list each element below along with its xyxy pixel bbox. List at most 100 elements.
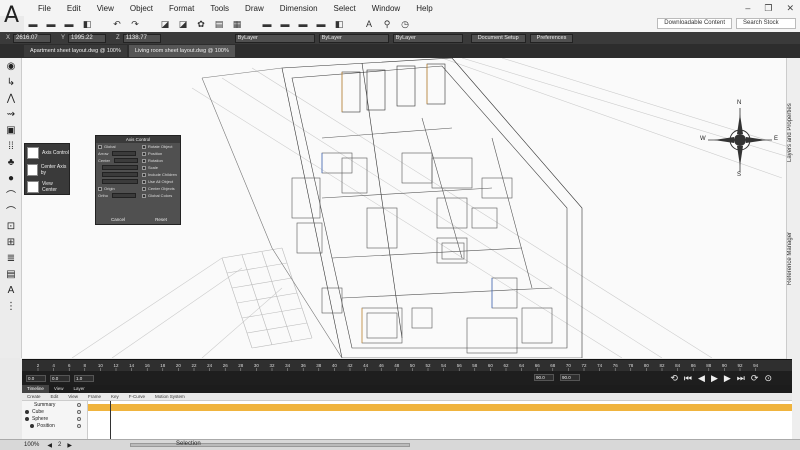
fps-field-2[interactable]: 90.0 (560, 374, 580, 381)
first-frame-icon[interactable]: ⏮ (684, 373, 692, 383)
track-sphere[interactable]: Sphere (22, 415, 87, 422)
checkbox[interactable] (142, 151, 146, 156)
timeline-menu-motion[interactable]: Motion System (150, 393, 190, 400)
grid-tool-icon[interactable]: ⁞⁞ (0, 138, 22, 154)
checkbox[interactable] (142, 172, 146, 177)
timeline-menu-fcurve[interactable]: F-Curve (124, 393, 150, 400)
menu-window[interactable]: Window (364, 4, 408, 13)
speed-field[interactable]: 1.0 (74, 374, 94, 382)
cancel-button[interactable]: Cancel (111, 217, 125, 222)
prev-page-icon[interactable]: ◀ (47, 442, 52, 449)
playhead[interactable] (110, 401, 111, 439)
layer-dropdown-3[interactable]: ByLayer (392, 33, 463, 43)
print-icon[interactable]: ▬ (296, 18, 310, 30)
timeline-tracks[interactable]: Summary Cube Sphere Position (22, 401, 792, 439)
track-toggle-icon[interactable] (77, 423, 81, 428)
keyframe-icon[interactable]: ⊙ (764, 373, 772, 383)
layers-properties-panel[interactable]: Layers and Properties (787, 88, 800, 178)
grid-icon[interactable]: ▦ (230, 18, 244, 30)
timeline-menu-create[interactable]: Create (22, 393, 46, 400)
sphere-icon[interactable]: ● (0, 170, 22, 186)
menu-select[interactable]: Select (326, 4, 364, 13)
downloadable-content-button[interactable]: Downloadable Content (657, 18, 732, 29)
layers-icon[interactable]: ▤ (212, 18, 226, 30)
checkbox[interactable] (98, 144, 102, 149)
menu-help[interactable]: Help (408, 4, 440, 13)
prev-frame-icon[interactable]: ◀ (698, 373, 705, 383)
z-field[interactable]: 1138.77 (122, 33, 161, 43)
open-file-icon[interactable]: ▬ (44, 18, 58, 30)
tab-layer[interactable]: Layer (69, 385, 90, 393)
tab-apartment[interactable]: Apartment sheet layout.dwg @ 100% (24, 45, 127, 57)
list-icon[interactable]: ▤ (0, 266, 22, 282)
next-page-icon[interactable]: ▶ (67, 442, 72, 449)
select-icon[interactable]: ◉ (0, 58, 22, 74)
share-icon[interactable]: ▬ (314, 18, 328, 30)
track-summary[interactable]: Summary (22, 401, 87, 408)
y-field[interactable]: 1995.22 (68, 33, 107, 43)
loop-icon[interactable]: ⟲ (670, 373, 678, 383)
node-icon[interactable]: ↳ (0, 74, 22, 90)
frame-icon[interactable]: ⊡ (0, 218, 22, 234)
stack-icon[interactable]: ≣ (0, 250, 22, 266)
fps-field-1[interactable]: 90.0 (534, 374, 554, 381)
export-icon[interactable]: ◧ (332, 18, 346, 30)
document-setup-button[interactable]: Document Setup (470, 33, 526, 43)
center-field[interactable] (114, 158, 138, 163)
checkbox[interactable] (142, 165, 146, 170)
pen-icon[interactable]: ⋀ (0, 90, 22, 106)
timeline-ruler[interactable]: 2 4 6 8 10 12 14 16 18 20 22 24 26 28 30 32 34 36 38 40 42 44… (22, 359, 792, 372)
timeline-menu-view[interactable]: View (63, 393, 83, 400)
x-field[interactable]: 2616.07 (13, 33, 52, 43)
tab-view[interactable]: View (49, 385, 69, 393)
reference-manager-panel[interactable]: Reference Manager (787, 218, 800, 298)
text-icon[interactable]: A (0, 282, 22, 298)
menu-view[interactable]: View (89, 4, 122, 13)
folder-icon[interactable]: ▬ (260, 18, 274, 30)
stamp-icon[interactable]: ♣ (0, 154, 22, 170)
next-frame-icon[interactable]: ▶ (724, 373, 731, 383)
layer-dropdown-2[interactable]: ByLayer (318, 33, 389, 43)
new-file-icon[interactable]: ▬ (26, 18, 40, 30)
track-toggle-icon[interactable] (77, 402, 81, 407)
shape-icon[interactable]: ▣ (0, 122, 22, 138)
minimize-button[interactable]: – (745, 3, 750, 13)
link-icon[interactable]: ⚲ (380, 18, 394, 30)
layer-dropdown-1[interactable]: ByLayer (234, 33, 315, 43)
menu-file[interactable]: File (30, 4, 59, 13)
menu-draw[interactable]: Draw (237, 4, 272, 13)
checkbox[interactable] (142, 158, 146, 163)
menu-object[interactable]: Object (122, 4, 161, 13)
last-frame-icon[interactable]: ⏭ (737, 373, 745, 383)
zoom-level[interactable]: 100% (24, 442, 39, 448)
preferences-button[interactable]: Preferences (529, 33, 574, 43)
checkbox[interactable] (142, 144, 146, 149)
checkbox[interactable] (98, 186, 102, 191)
arrow-field[interactable] (112, 151, 137, 156)
checkbox[interactable] (142, 179, 146, 184)
crop-icon[interactable]: ⊞ (0, 234, 22, 250)
end-frame-field[interactable]: 0.0 (50, 374, 70, 382)
color-icon[interactable]: ✿ (194, 18, 208, 30)
brush-icon[interactable]: ⇝ (0, 106, 22, 122)
value-field-1[interactable] (102, 165, 138, 170)
track-toggle-icon[interactable] (77, 409, 81, 414)
timeline-menu-key[interactable]: Key (106, 393, 124, 400)
start-frame-field[interactable]: 0.0 (26, 374, 46, 382)
folder-open-icon[interactable]: ▬ (278, 18, 292, 30)
page-number[interactable]: 2 (58, 442, 61, 448)
palette-item-axis-control[interactable]: Axis Control (25, 144, 69, 161)
text-tool-icon[interactable]: A (362, 18, 376, 30)
save-icon[interactable]: ▬ (62, 18, 76, 30)
more-icon[interactable]: ⋮ (0, 298, 22, 314)
menu-edit[interactable]: Edit (59, 4, 89, 13)
save-as-icon[interactable]: ◧ (80, 18, 94, 30)
track-cube[interactable]: Cube (22, 408, 87, 415)
value-field-2[interactable] (102, 172, 138, 177)
menu-tools[interactable]: Tools (202, 4, 237, 13)
track-toggle-icon[interactable] (77, 416, 81, 421)
play-icon[interactable]: ▶ (711, 373, 718, 383)
palette-item-view-center[interactable]: View Center (25, 178, 69, 195)
checkbox[interactable] (142, 193, 146, 198)
tab-living-room[interactable]: Living room sheet layout.dwg @ 100% (128, 45, 235, 57)
